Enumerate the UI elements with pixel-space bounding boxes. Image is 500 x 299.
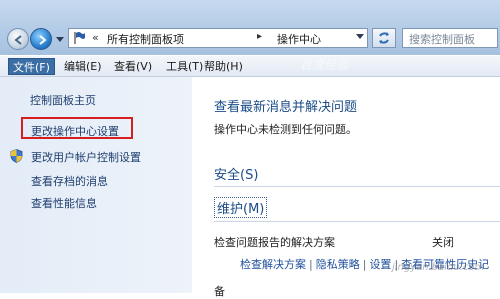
link-view-performance-info[interactable]: 查看性能信息 bbox=[31, 195, 97, 211]
menu-edit[interactable]: 编辑(E) bbox=[60, 58, 106, 75]
section-security-header[interactable]: 安全(S) bbox=[214, 164, 500, 187]
watermark-top: 百度经验 bbox=[300, 58, 349, 72]
section-maintenance-label: 维护(M) bbox=[214, 197, 268, 218]
title-bar: « 所有控制面板项 ▸ 操作中心 搜索控制面板 bbox=[0, 0, 500, 55]
recent-pages-dropdown-icon[interactable] bbox=[56, 37, 64, 43]
menu-view[interactable]: 查看(V) bbox=[110, 58, 156, 75]
task-pane: 控制面板主页 更改操作中心设置 更改用户帐户控制设置 查看存档的消息 查看性能信… bbox=[0, 77, 192, 293]
page-title: 查看最新消息并解决问题 bbox=[214, 100, 358, 115]
breadcrumb-separator[interactable]: ▸ bbox=[257, 31, 262, 42]
link-control-panel-home[interactable]: 控制面板主页 bbox=[30, 92, 96, 108]
arrow-right-icon bbox=[39, 35, 47, 45]
address-bar[interactable]: « 所有控制面板项 ▸ 操作中心 bbox=[68, 28, 368, 48]
address-dropdown-icon[interactable] bbox=[356, 34, 364, 40]
main-content: 查看最新消息并解决问题 操作中心未检测到任何问题。 安全(S) 维护(M) 检查… bbox=[192, 77, 500, 298]
link-privacy-policy[interactable]: 隐私策略 bbox=[316, 258, 360, 271]
uac-shield-icon bbox=[10, 149, 23, 163]
link-change-uac-settings[interactable]: 更改用户帐户控制设置 bbox=[31, 149, 141, 165]
breadcrumb-all-items[interactable]: 所有控制面板项 bbox=[107, 31, 184, 47]
link-divider: | bbox=[362, 258, 367, 271]
problem-reports-label: 检查问题报告的解决方案 bbox=[214, 236, 335, 249]
breadcrumb-root[interactable]: « bbox=[92, 31, 99, 44]
menu-help[interactable]: 帮助(H) bbox=[200, 58, 247, 75]
menu-bar: 文件(F) 编辑(E) 查看(V) 工具(T) 帮助(H) bbox=[0, 56, 500, 77]
link-settings[interactable]: 设置 bbox=[369, 258, 391, 271]
refresh-button[interactable] bbox=[372, 28, 396, 48]
section-security-label: 安全(S) bbox=[214, 168, 259, 183]
link-check-solutions[interactable]: 检查解决方案 bbox=[240, 258, 306, 271]
arrow-left-icon bbox=[14, 35, 22, 45]
menu-file[interactable]: 文件(F) bbox=[8, 58, 55, 75]
watermark-bottom: jingyan.baidu.com bbox=[392, 262, 485, 273]
backup-label-partial: 备 bbox=[214, 285, 225, 298]
search-input[interactable]: 搜索控制面板 bbox=[402, 28, 498, 48]
page-subtitle: 操作中心未检测到任何问题。 bbox=[214, 123, 357, 136]
link-divider: | bbox=[309, 258, 313, 271]
forward-button[interactable] bbox=[30, 28, 52, 50]
section-maintenance-header[interactable]: 维护(M) bbox=[214, 197, 500, 222]
breadcrumb-action-center[interactable]: 操作中心 bbox=[277, 31, 321, 47]
link-view-archived-messages[interactable]: 查看存档的消息 bbox=[31, 173, 108, 189]
flag-icon bbox=[74, 32, 85, 44]
link-change-action-center-settings[interactable]: 更改操作中心设置 bbox=[31, 123, 119, 139]
problem-reports-status: 关闭 bbox=[432, 236, 454, 249]
refresh-icon bbox=[379, 32, 389, 44]
back-button[interactable] bbox=[7, 28, 29, 50]
